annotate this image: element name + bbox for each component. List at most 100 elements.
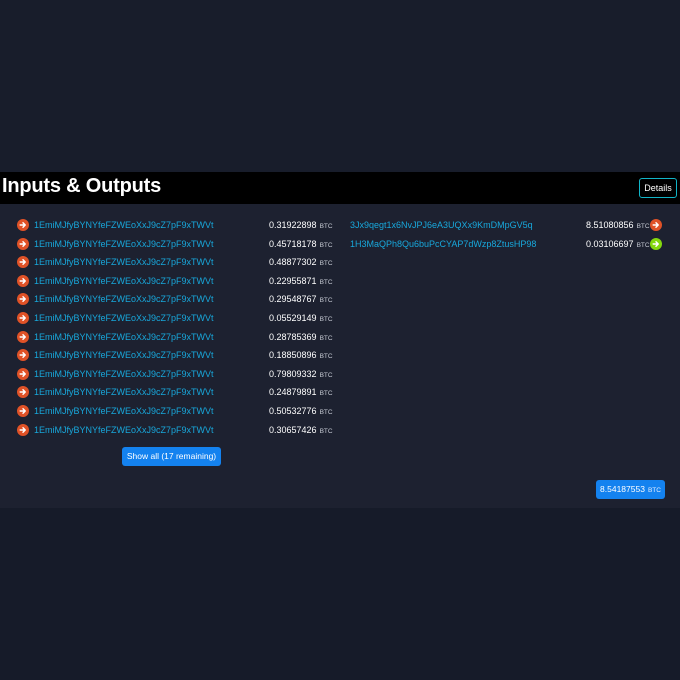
input-amount: 0.22955871 BTC xyxy=(269,276,333,286)
input-address-link[interactable]: 1EmiMJfyBYNYfeFZWEoXxJ9cZ7pF9xTWVt xyxy=(34,257,214,267)
section-header: Inputs & Outputs Details xyxy=(0,172,680,204)
input-row: 1EmiMJfyBYNYfeFZWEoXxJ9cZ7pF9xTWVt xyxy=(17,253,214,271)
input-amount-value: 0.79809332 xyxy=(269,368,317,379)
input-amount-unit: BTC xyxy=(319,390,333,398)
arrow-right-icon[interactable] xyxy=(17,274,29,287)
input-amount-value: 0.29548767 xyxy=(269,294,317,305)
input-row: 1EmiMJfyBYNYfeFZWEoXxJ9cZ7pF9xTWVt xyxy=(17,272,214,290)
arrow-right-icon[interactable] xyxy=(17,330,29,343)
arrow-right-icon[interactable] xyxy=(650,219,662,231)
input-address-link[interactable]: 1EmiMJfyBYNYfeFZWEoXxJ9cZ7pF9xTWVt xyxy=(34,239,214,249)
output-amount-value: 0.03106697 xyxy=(586,238,634,249)
input-address-link[interactable]: 1EmiMJfyBYNYfeFZWEoXxJ9cZ7pF9xTWVt xyxy=(34,350,214,360)
input-amount-unit: BTC xyxy=(319,223,333,230)
input-address-link[interactable]: 1EmiMJfyBYNYfeFZWEoXxJ9cZ7pF9xTWVt xyxy=(34,276,214,286)
input-amount: 0.31922898 BTC xyxy=(269,220,333,230)
input-amount-unit: BTC xyxy=(319,260,333,268)
total-amount-badge[interactable]: 8.54187553 BTC xyxy=(596,480,665,499)
arrow-right-icon-glyph xyxy=(652,222,659,228)
section-title: Inputs & Outputs xyxy=(2,175,161,197)
input-address-link[interactable]: 1EmiMJfyBYNYfeFZWEoXxJ9cZ7pF9xTWVt xyxy=(34,369,214,379)
input-amount-unit: BTC xyxy=(319,278,333,286)
input-row: 1EmiMJfyBYNYfeFZWEoXxJ9cZ7pF9xTWVt xyxy=(17,328,214,346)
arrow-right-icon[interactable] xyxy=(17,367,29,380)
input-amount-unit: BTC xyxy=(319,241,333,249)
arrow-right-icon-glyph xyxy=(19,333,26,340)
input-amount-unit: BTC xyxy=(319,334,333,342)
input-row: 1EmiMJfyBYNYfeFZWEoXxJ9cZ7pF9xTWVt xyxy=(17,309,214,327)
arrow-right-icon-glyph xyxy=(19,370,26,377)
arrow-right-icon-glyph xyxy=(652,240,659,247)
output-address-link[interactable]: 1H3MaQPh8Qu6buPcCYAP7dWzp8ZtusHP98 xyxy=(350,235,536,253)
input-amount: 0.18850896 BTC xyxy=(269,350,333,360)
input-address-link[interactable]: 1EmiMJfyBYNYfeFZWEoXxJ9cZ7pF9xTWVt xyxy=(34,294,214,304)
arrow-right-icon-glyph xyxy=(19,408,26,414)
input-amount-value: 0.05529149 xyxy=(269,313,317,323)
input-amount: 0.30657426 BTC xyxy=(269,425,333,435)
arrow-right-icon[interactable] xyxy=(17,293,29,306)
arrow-right-icon-glyph xyxy=(19,296,26,303)
input-row: 1EmiMJfyBYNYfeFZWEoXxJ9cZ7pF9xTWVt xyxy=(17,216,214,234)
input-row: 1EmiMJfyBYNYfeFZWEoXxJ9cZ7pF9xTWVt xyxy=(17,235,214,253)
input-amount-unit: BTC xyxy=(319,371,333,379)
input-amount: 0.45718178 BTC xyxy=(269,239,333,249)
input-amount: 0.48877302 BTC xyxy=(269,257,333,267)
input-amount-value: 0.45718178 xyxy=(269,238,317,249)
arrow-right-icon[interactable] xyxy=(650,237,662,250)
arrow-right-icon[interactable] xyxy=(17,312,29,324)
input-amount-unit: BTC xyxy=(319,353,333,361)
input-amount-value: 0.48877302 xyxy=(269,257,317,268)
arrow-right-icon[interactable] xyxy=(17,423,29,436)
input-row: 1EmiMJfyBYNYfeFZWEoXxJ9cZ7pF9xTWVt xyxy=(17,290,214,308)
arrow-right-icon-glyph xyxy=(19,259,26,266)
input-address-link[interactable]: 1EmiMJfyBYNYfeFZWEoXxJ9cZ7pF9xTWVt xyxy=(34,425,214,435)
output-amount: 8.51080856 BTC xyxy=(586,220,650,230)
details-button[interactable]: Details xyxy=(639,178,677,198)
input-amount-unit: BTC xyxy=(319,409,333,416)
arrow-right-icon[interactable] xyxy=(17,219,29,231)
arrow-right-icon-glyph xyxy=(19,315,26,321)
input-row: 1EmiMJfyBYNYfeFZWEoXxJ9cZ7pF9xTWVt xyxy=(17,365,214,383)
arrow-right-icon[interactable] xyxy=(17,405,29,417)
input-amount: 0.79809332 BTC xyxy=(269,369,333,379)
input-amount-value: 0.50532776 xyxy=(269,406,317,416)
input-address-link[interactable]: 1EmiMJfyBYNYfeFZWEoXxJ9cZ7pF9xTWVt xyxy=(34,332,214,342)
arrow-right-icon-glyph xyxy=(19,222,26,228)
output-amount: 0.03106697 BTC xyxy=(586,239,650,249)
page-bottom-background xyxy=(0,508,680,680)
input-address-link[interactable]: 1EmiMJfyBYNYfeFZWEoXxJ9cZ7pF9xTWVt xyxy=(34,387,214,397)
arrow-right-icon[interactable] xyxy=(17,256,29,269)
input-amount-value: 0.22955871 xyxy=(269,275,317,286)
input-amount-unit: BTC xyxy=(319,297,333,305)
arrow-right-icon-glyph xyxy=(19,389,26,396)
input-amount: 0.29548767 BTC xyxy=(269,294,333,304)
arrow-right-icon-glyph xyxy=(19,352,26,359)
input-amount: 0.50532776 BTC xyxy=(269,406,333,416)
output-status xyxy=(650,235,662,253)
input-row: 1EmiMJfyBYNYfeFZWEoXxJ9cZ7pF9xTWVt xyxy=(17,421,214,439)
total-unit: BTC xyxy=(647,487,661,494)
inputs-outputs-section: Inputs & Outputs Details 1EmiMJfyBYNYfeF… xyxy=(0,172,680,508)
arrow-right-icon[interactable] xyxy=(17,349,29,362)
input-address-link[interactable]: 1EmiMJfyBYNYfeFZWEoXxJ9cZ7pF9xTWVt xyxy=(34,220,214,230)
output-address-link[interactable]: 3Jx9qegt1x6NvJPJ6eA3UQXx9KmDMpGV5q xyxy=(350,216,533,234)
arrow-right-icon[interactable] xyxy=(17,386,29,399)
input-amount-value: 0.24879891 xyxy=(269,387,317,398)
input-amount-value: 0.18850896 xyxy=(269,350,317,361)
input-row: 1EmiMJfyBYNYfeFZWEoXxJ9cZ7pF9xTWVt xyxy=(17,346,214,364)
input-address-link[interactable]: 1EmiMJfyBYNYfeFZWEoXxJ9cZ7pF9xTWVt xyxy=(34,313,214,323)
input-amount-value: 0.30657426 xyxy=(269,424,317,435)
output-amount-value: 8.51080856 xyxy=(586,220,634,230)
input-amount: 0.24879891 BTC xyxy=(269,387,333,397)
input-amount-value: 0.31922898 xyxy=(269,220,317,230)
input-amount-value: 0.28785369 xyxy=(269,331,317,342)
arrow-right-icon-glyph xyxy=(19,240,26,247)
input-amount: 0.05529149 BTC xyxy=(269,313,333,323)
show-all-button[interactable]: Show all (17 remaining) xyxy=(122,447,221,466)
arrow-right-icon-glyph xyxy=(19,426,26,433)
arrow-right-icon[interactable] xyxy=(17,237,29,250)
page-top-background xyxy=(0,0,680,172)
output-status xyxy=(650,216,662,234)
input-address-link[interactable]: 1EmiMJfyBYNYfeFZWEoXxJ9cZ7pF9xTWVt xyxy=(34,406,214,416)
output-amount-unit: BTC xyxy=(636,241,650,249)
